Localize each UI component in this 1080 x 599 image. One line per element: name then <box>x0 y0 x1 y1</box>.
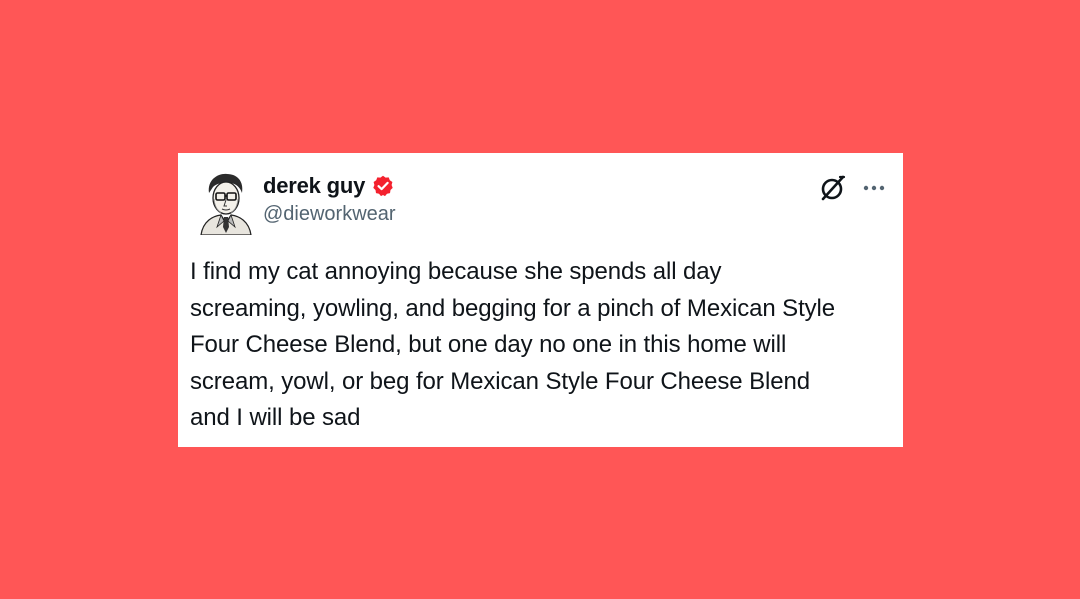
verified-badge-icon <box>373 175 393 197</box>
author-display-name[interactable]: derek guy <box>263 173 365 199</box>
more-options-icon[interactable] <box>861 173 887 203</box>
author-name-row[interactable]: derek guy <box>263 171 395 201</box>
avatar-illustration-icon[interactable] <box>195 171 255 235</box>
tweet-card[interactable]: derek guy @dieworkwear I find my cat ann… <box>178 153 903 447</box>
author-handle[interactable]: @dieworkwear <box>263 203 396 226</box>
grok-icon[interactable] <box>818 173 848 203</box>
tweet-text: I find my cat annoying because she spend… <box>190 258 836 431</box>
